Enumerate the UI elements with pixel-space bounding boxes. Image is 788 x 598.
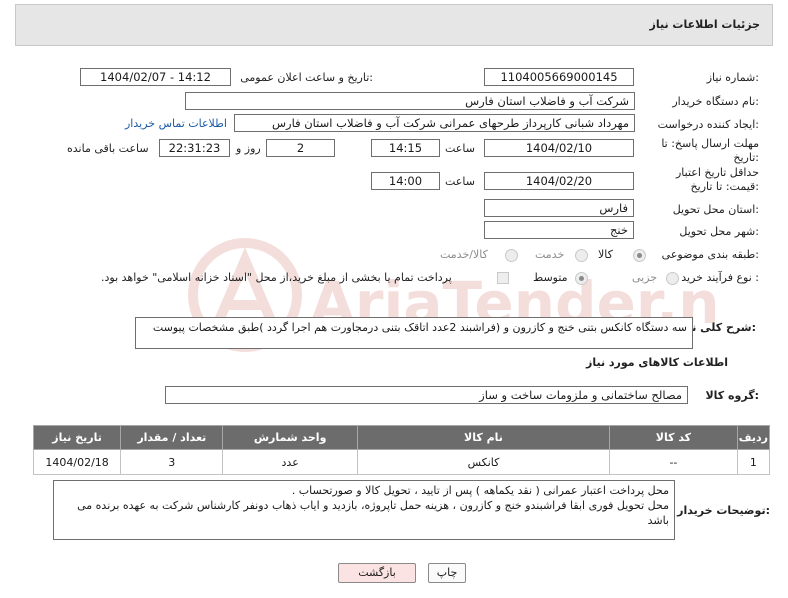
buyer-notes-label: توضیحات خریدار: <box>677 504 770 517</box>
buyer-notes-field: محل پرداخت اعتبار عمرانی ( نقد یکماهه ) … <box>53 480 675 540</box>
goods-group-field: مصالح ساختمانی و ملزومات ساخت و ساز <box>165 386 688 404</box>
category-option-goods: کالا <box>598 248 613 261</box>
price-validity-time-field: 14:00 <box>371 172 440 190</box>
remaining-time-field: 22:31:23 <box>159 139 230 157</box>
need-number-label: شماره نیاز: <box>706 71 759 84</box>
buyer-org-label: نام دستگاه خریدار: <box>672 95 759 108</box>
treasury-note: پرداخت تمام یا بخشی از مبلغ خرید،از محل … <box>101 271 452 284</box>
process-option-medium: متوسط <box>533 271 568 284</box>
col-code: کد کالا <box>609 425 738 450</box>
back-button[interactable]: بازگشت <box>338 563 416 583</box>
table-row: 1 -- کانکس عدد 3 1404/02/18 <box>32 449 771 475</box>
goods-table: ردیف کد کالا نام کالا واحد شمارش تعداد /… <box>32 425 771 475</box>
col-row: ردیف <box>736 425 771 450</box>
category-radio-service[interactable] <box>575 249 588 262</box>
col-date: تاریخ نیاز <box>32 425 122 450</box>
goods-table-header: ردیف کد کالا نام کالا واحد شمارش تعداد /… <box>32 425 771 450</box>
city-field: خنج <box>484 221 634 239</box>
price-validity-time-label: ساعت <box>445 175 475 188</box>
buyer-org-field: شرکت آب و فاضلاب استان فارس <box>185 92 635 110</box>
process-radio-medium[interactable] <box>575 272 588 285</box>
requester-field: مهرداد شبانی کارپرداز طرحهای عمرانی شرکت… <box>234 114 635 132</box>
category-option-service: خدمت <box>535 248 565 261</box>
cell-code: -- <box>609 449 738 475</box>
province-label: استان محل تحویل: <box>672 203 759 216</box>
col-name: نام کالا <box>356 425 611 450</box>
deadline-time-label: ساعت <box>445 142 475 155</box>
price-validity-date-field: 1404/02/20 <box>484 172 634 190</box>
col-qty: تعداد / مقدار <box>120 425 224 450</box>
cell-date: 1404/02/18 <box>32 449 122 475</box>
deadline-date-field: 1404/02/10 <box>484 139 634 157</box>
province-field: فارس <box>484 199 634 217</box>
treasury-checkbox[interactable] <box>497 272 509 284</box>
deadline-time-field: 14:15 <box>371 139 440 157</box>
goods-group-label: گروه کالا: <box>705 389 759 402</box>
requester-label: ایجاد کننده درخواست: <box>657 118 759 131</box>
cell-qty: 3 <box>120 449 224 475</box>
process-label: نوع فرآیند خرید : <box>681 271 759 284</box>
deadline-label: مهلت ارسال پاسخ: تا تاریخ: <box>661 137 759 164</box>
category-radio-goods[interactable] <box>633 249 646 262</box>
goods-section-title: اطلاعات کالاهای مورد نیاز <box>586 356 728 369</box>
category-radio-goods-service[interactable] <box>505 249 518 262</box>
category-label: طبقه بندی موضوعی: <box>661 248 759 261</box>
page-title: جزئیات اطلاعات نیاز <box>649 18 761 31</box>
header-panel: جزئیات اطلاعات نیاز <box>15 4 773 46</box>
announce-datetime-field: 1404/02/07 - 14:12 <box>80 68 231 86</box>
announce-datetime-label: تاریخ و ساعت اعلان عمومی: <box>240 71 373 84</box>
buyer-contact-link[interactable]: اطلاعات تماس خریدار <box>125 117 227 130</box>
process-option-minor: جزیی <box>632 271 658 284</box>
description-field: سه دستگاه کانکس بتنی خنج و کازرون و (فرا… <box>135 317 693 349</box>
city-label: شهر محل تحویل: <box>679 225 759 238</box>
remaining-time-label: ساعت باقی مانده <box>67 142 149 155</box>
deadline-days-label: روز و <box>236 142 261 155</box>
cell-row: 1 <box>736 449 771 475</box>
col-unit: واحد شمارش <box>222 425 358 450</box>
cell-unit: عدد <box>222 449 358 475</box>
cell-name: کانکس <box>356 449 611 475</box>
category-option-goods-service: کالا/خدمت <box>440 248 488 261</box>
print-button[interactable]: چاپ <box>428 563 466 583</box>
process-radio-minor[interactable] <box>666 272 679 285</box>
need-number-field: 1104005669000145 <box>484 68 634 86</box>
deadline-days-field: 2 <box>266 139 335 157</box>
price-validity-label: حداقل تاریخ اعتبار قیمت: تا تاریخ: <box>675 166 759 193</box>
